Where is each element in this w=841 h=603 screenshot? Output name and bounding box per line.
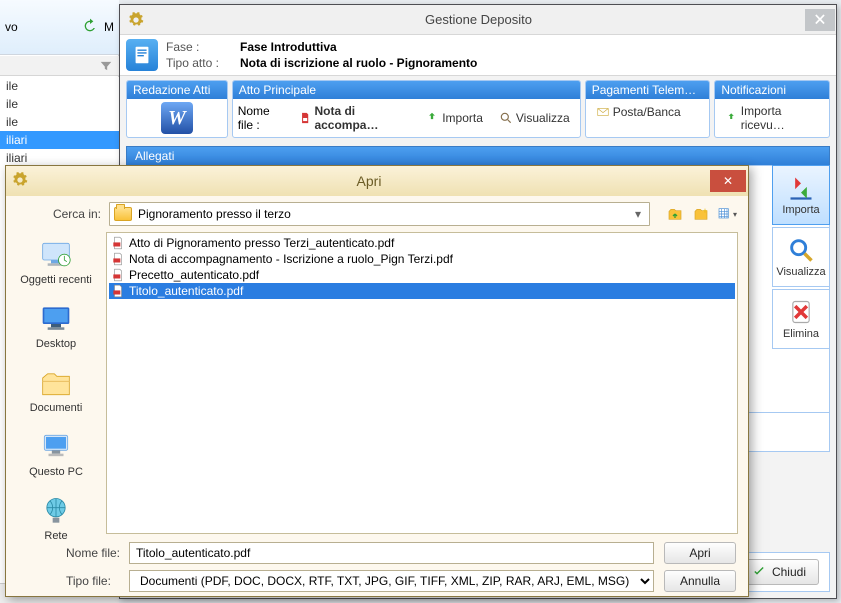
up-folder-icon[interactable] — [664, 203, 686, 225]
fase-value: Fase Introduttiva — [240, 39, 337, 55]
cancel-button[interactable]: Annulla — [664, 570, 736, 592]
gear-icon — [12, 172, 28, 191]
chevron-down-icon[interactable]: ▾ — [629, 205, 647, 223]
view-mode-icon[interactable]: ▾ — [716, 203, 738, 225]
group-notificazioni: Notificazioni Importa ricevu… — [714, 80, 830, 138]
toolbar-elimina-button[interactable]: Elimina — [772, 289, 830, 349]
visualizza-button[interactable]: Visualizza — [494, 109, 575, 127]
place-network-label: Rete — [6, 530, 106, 542]
file-row[interactable]: Precetto_autenticato.pdf — [109, 267, 735, 283]
place-documents[interactable]: Documenti — [6, 360, 106, 424]
fase-label: Fase : — [166, 39, 230, 55]
header-rows: Fase : Fase Introduttiva Tipo atto : Not… — [166, 39, 477, 71]
gear-icon — [126, 10, 146, 30]
dialog-title: Apri — [28, 173, 710, 189]
list-item[interactable]: iliari — [0, 131, 119, 149]
file-list[interactable]: Atto di Pignoramento presso Terzi_autent… — [106, 232, 738, 534]
background-list: ile ile ile iliari iliari — [0, 77, 119, 167]
group-redazione: Redazione Atti W — [126, 80, 228, 138]
list-item[interactable]: ile — [0, 113, 119, 131]
group-header-redazione: Redazione Atti — [127, 81, 227, 99]
tipo-atto-value: Nota di iscrizione al ruolo - Pignoramen… — [240, 55, 477, 71]
list-item[interactable]: ile — [0, 95, 119, 113]
importa-button[interactable]: Importa — [420, 109, 488, 127]
new-folder-icon[interactable] — [690, 203, 712, 225]
folder-combo[interactable]: Pignoramento presso il terzo ▾ — [109, 202, 650, 226]
places-bar: Oggetti recenti Desktop Documenti Questo… — [6, 228, 106, 538]
dialog-titlebar: Apri ✕ — [6, 166, 748, 196]
group-header-atto: Atto Principale — [233, 81, 580, 99]
place-desktop-label: Desktop — [6, 338, 106, 350]
file-row[interactable]: Atto di Pignoramento presso Terzi_autent… — [109, 235, 735, 251]
filetype-label: Tipo file: — [66, 574, 121, 588]
tipo-atto-label: Tipo atto : — [166, 55, 230, 71]
close-icon[interactable]: 🗙 — [805, 9, 835, 31]
place-desktop[interactable]: Desktop — [6, 296, 106, 360]
place-recent-label: Oggetti recenti — [6, 274, 106, 286]
group-header-notificazioni: Notificazioni — [715, 81, 829, 99]
importa-ricevuta-button[interactable]: Importa ricevu… — [720, 102, 824, 134]
bottom-left-spacer — [6, 542, 56, 592]
open-button[interactable]: Apri — [664, 542, 736, 564]
filename-label: Nome file: — [66, 546, 121, 560]
folder-icon — [114, 207, 132, 221]
background-toolbar: vo M — [0, 0, 119, 55]
visualizza-label: Visualizza — [516, 111, 570, 125]
bg-toolbar-text: vo — [5, 20, 18, 34]
deposito-header: Fase : Fase Introduttiva Tipo atto : Not… — [120, 35, 836, 76]
importa-label: Importa — [442, 111, 483, 125]
search-in-label: Cerca in: — [16, 207, 101, 221]
deposito-titlebar: Gestione Deposito 🗙 — [120, 5, 836, 35]
dialog-bottom: Nome file: Tipo file: Documenti (PDF, DO… — [6, 538, 748, 596]
filetype-select[interactable]: Documenti (PDF, DOC, DOCX, RTF, TXT, JPG… — [129, 570, 654, 592]
group-pagamenti: Pagamenti Telem… Posta/Banca — [585, 80, 711, 138]
bg-toolbar-m: M — [104, 20, 114, 34]
chiudi-button[interactable]: Chiudi — [738, 559, 819, 585]
bottom-buttons: Apri Annulla — [664, 542, 736, 592]
bottom-fields: Nome file: Tipo file: Documenti (PDF, DO… — [66, 542, 654, 592]
nome-file-label: Nome file : — [238, 104, 288, 132]
file-name: Atto di Pignoramento presso Terzi_autent… — [129, 236, 394, 250]
cancel-button-label: Annulla — [680, 574, 720, 588]
close-icon[interactable]: ✕ — [710, 170, 746, 192]
toolbar-importa-button[interactable]: Importa — [772, 165, 830, 225]
deposito-title: Gestione Deposito — [152, 12, 805, 27]
file-row[interactable]: Titolo_autenticato.pdf — [109, 283, 735, 299]
file-row[interactable]: Nota di accompagnamento - Iscrizione a r… — [109, 251, 735, 267]
file-name-text: Nota di accompa… — [314, 104, 409, 132]
toolbar-importa-label: Importa — [782, 204, 819, 216]
current-folder-name: Pignoramento presso il terzo — [138, 207, 291, 221]
toolbar-visualizza-label: Visualizza — [776, 266, 825, 278]
folder-tools: ▾ — [664, 203, 738, 225]
importa-ricevuta-label: Importa ricevu… — [741, 104, 819, 132]
allegati-toolbar: Importa Visualizza Elimina — [772, 165, 830, 349]
group-panels: Redazione Atti W Atto Principale Nome fi… — [120, 76, 836, 142]
nome-file-value[interactable]: Nota di accompa… — [294, 102, 414, 134]
chiudi-label: Chiudi — [772, 565, 806, 579]
file-open-dialog: Apri ✕ Cerca in: Pignoramento presso il … — [5, 165, 749, 597]
refresh-icon[interactable] — [82, 18, 98, 37]
search-in-row: Cerca in: Pignoramento presso il terzo ▾… — [6, 196, 748, 228]
file-name: Titolo_autenticato.pdf — [129, 284, 243, 298]
allegati-header: Allegati — [126, 146, 830, 165]
dialog-body: Oggetti recenti Desktop Documenti Questo… — [6, 228, 748, 538]
toolbar-elimina-label: Elimina — [783, 328, 819, 340]
place-documents-label: Documenti — [6, 402, 106, 414]
group-header-pagamenti: Pagamenti Telem… — [586, 81, 710, 99]
filename-input[interactable] — [129, 542, 654, 564]
open-button-label: Apri — [689, 546, 710, 560]
filter-icon[interactable] — [0, 56, 119, 76]
posta-banca-label: Posta/Banca — [613, 105, 681, 119]
place-thispc[interactable]: Questo PC — [6, 424, 106, 488]
list-item[interactable]: ile — [0, 77, 119, 95]
place-recent[interactable]: Oggetti recenti — [6, 232, 106, 296]
group-atto-principale: Atto Principale Nome file : Nota di acco… — [232, 80, 581, 138]
posta-banca-button[interactable]: Posta/Banca — [591, 103, 686, 121]
word-icon[interactable]: W — [161, 102, 193, 134]
file-name: Nota di accompagnamento - Iscrizione a r… — [129, 252, 453, 266]
toolbar-visualizza-button[interactable]: Visualizza — [772, 227, 830, 287]
document-icon — [126, 39, 158, 71]
file-name: Precetto_autenticato.pdf — [129, 268, 259, 282]
place-thispc-label: Questo PC — [6, 466, 106, 478]
